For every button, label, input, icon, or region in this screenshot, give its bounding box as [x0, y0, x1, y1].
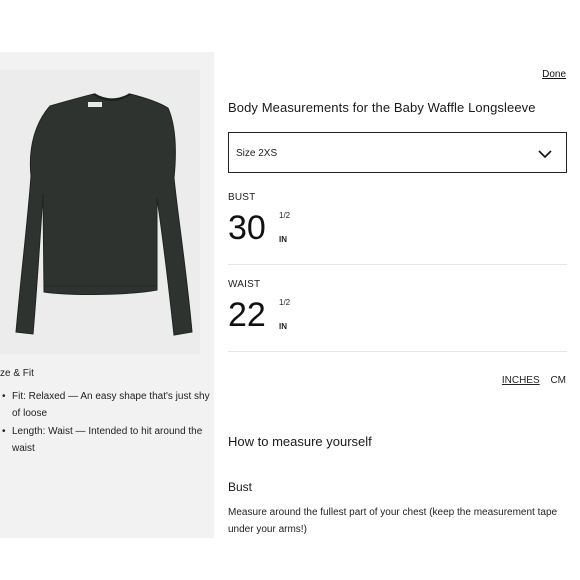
size-dropdown[interactable]: Size 2XS — [228, 132, 567, 173]
bust-unit: IN — [279, 235, 287, 244]
bust-value: 30 — [228, 209, 266, 247]
cm-toggle[interactable]: CM — [550, 375, 566, 386]
inches-toggle[interactable]: INCHES — [502, 375, 540, 386]
product-panel: ze & Fit • Fit: Relaxed — An easy shape … — [0, 52, 214, 538]
waist-unit: IN — [279, 322, 287, 331]
fit-detail-text: Fit: Relaxed — An easy shape that's just… — [12, 391, 210, 419]
fit-detail-fit: • Fit: Relaxed — An easy shape that's ju… — [0, 388, 212, 422]
modal-title: Body Measurements for the Baby Waffle Lo… — [228, 100, 536, 115]
bust-instructions-text: Measure around the fullest part of your … — [228, 507, 558, 535]
bust-fraction: 1/2 — [279, 211, 291, 220]
fit-details-list: • Fit: Relaxed — An easy shape that's ju… — [0, 388, 212, 458]
size-dropdown-value: Size 2XS — [236, 148, 278, 159]
fit-detail-length: • Length: Waist — Intended to hit around… — [0, 423, 212, 457]
waist-label: WAIST — [228, 279, 261, 290]
product-image — [0, 70, 200, 354]
bullet-icon: • — [2, 426, 6, 437]
how-to-measure-heading: How to measure yourself — [228, 434, 372, 449]
size-guide-modal: Done Body Measurements for the Baby Waff… — [214, 52, 580, 538]
sweater-illustration — [15, 93, 193, 336]
bullet-icon: • — [2, 391, 6, 402]
done-button[interactable]: Done — [542, 69, 566, 80]
waist-value: 22 — [228, 296, 266, 334]
bust-measurement: BUST 30 1/2 IN — [228, 189, 567, 265]
bust-instructions-heading: Bust — [228, 480, 253, 494]
size-fit-heading: ze & Fit — [0, 368, 34, 379]
chevron-down-icon — [538, 146, 552, 164]
waist-measurement: WAIST 22 1/2 IN — [228, 276, 567, 352]
bust-label: BUST — [228, 192, 256, 203]
unit-toggle: INCHES CM — [502, 375, 566, 386]
fit-detail-text: Length: Waist — Intended to hit around t… — [12, 426, 203, 454]
waist-fraction: 1/2 — [279, 298, 291, 307]
